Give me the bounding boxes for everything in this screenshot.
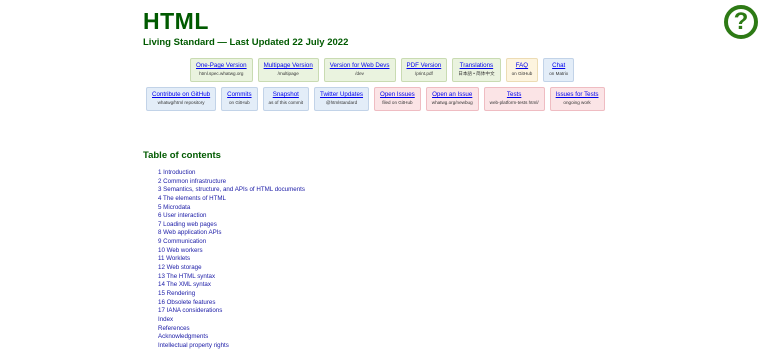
link-sublabel: on GitHub (229, 100, 250, 105)
toc-link-14-the-xml-syntax[interactable]: 14 The XML syntax (158, 281, 211, 288)
link-sublabel: whatwg.org/newbug (431, 100, 473, 105)
link-label[interactable]: Chat (549, 62, 568, 69)
link-box-one-page-version[interactable]: One-Page Version html.spec.whatwg.org (190, 58, 253, 82)
link-box-translations[interactable]: Translations 日本語 • 简体中文 (452, 58, 501, 82)
help-question-icon[interactable]: ? (724, 5, 758, 39)
toc-item: 9 Communication (158, 238, 305, 247)
link-sublabel: on GitHub (511, 71, 533, 76)
toc-item: Index (158, 316, 305, 325)
toc-item: 5 Microdata (158, 204, 305, 213)
link-box-open-an-issue[interactable]: Open an Issue whatwg.org/newbug (425, 87, 479, 111)
toc-item: 2 Common infrastructure (158, 178, 305, 187)
toc-link-8-web-application-apis[interactable]: 8 Web application APIs (158, 229, 222, 236)
toc-item: 6 User interaction (158, 212, 305, 221)
toc-link-acknowledgments[interactable]: Acknowledgments (158, 333, 208, 340)
toc-link-17-iana-considerations[interactable]: 17 IANA considerations (158, 307, 222, 314)
toc-item: 14 The XML syntax (158, 281, 305, 290)
link-sublabel: /dev (355, 71, 364, 76)
toc-item: 8 Web application APIs (158, 229, 305, 238)
page-subtitle: Living Standard — Last Updated 22 July 2… (143, 37, 349, 48)
toc-item: 10 Web workers (158, 247, 305, 256)
link-label[interactable]: FAQ (512, 62, 533, 69)
link-sublabel: 日本語 • 简体中文 (458, 71, 495, 76)
toc-link-10-web-workers[interactable]: 10 Web workers (158, 247, 203, 254)
toc-link-7-loading-web-pages[interactable]: 7 Loading web pages (158, 221, 217, 228)
toc-item: 15 Rendering (158, 290, 305, 299)
link-box-contribute-on-github[interactable]: Contribute on GitHub whatwg/html reposito… (146, 87, 217, 111)
link-label[interactable]: Multipage Version (264, 62, 313, 69)
toc-link-11-worklets[interactable]: 11 Worklets (158, 255, 190, 262)
toc-item: 11 Worklets (158, 255, 305, 264)
link-label[interactable]: One-Page Version (196, 62, 247, 69)
link-label[interactable]: Commits (227, 91, 251, 98)
page: HTML Living Standard — Last Updated 22 J… (0, 0, 768, 359)
toc-link-4-the-elements-of-html[interactable]: 4 The elements of HTML (158, 195, 226, 202)
link-label[interactable]: PDF Version (407, 62, 442, 69)
link-sublabel: whatwg/html repository (157, 100, 205, 105)
page-title: HTML (143, 8, 209, 34)
toc-link-13-the-html-syntax[interactable]: 13 The HTML syntax (158, 273, 215, 280)
toc-link-5-microdata[interactable]: 5 Microdata (158, 204, 190, 211)
toc-link-15-rendering[interactable]: 15 Rendering (158, 290, 195, 297)
toc-link-intellectual-property-rights[interactable]: Intellectual property rights (158, 342, 229, 349)
toc-link-9-communication[interactable]: 9 Communication (158, 238, 206, 245)
toc-list: 1 Introduction 2 Common infrastructure 3 S… (158, 169, 305, 350)
link-box-chat[interactable]: Chat on Matrix (543, 58, 575, 82)
links-row-secondary: Contribute on GitHub whatwg/html reposito… (146, 87, 605, 111)
link-sublabel: /multipage (277, 71, 299, 76)
toc-item: 16 Obsolete features (158, 299, 305, 308)
toc-link-1-introduction[interactable]: 1 Introduction (158, 169, 196, 176)
link-label[interactable]: Open an Issue (432, 91, 473, 98)
link-box-commits[interactable]: Commits on GitHub (221, 87, 258, 111)
toc-item: 3 Semantics, structure, and APIs of HTML… (158, 186, 305, 195)
link-box-multipage-version[interactable]: Multipage Version/multipage (257, 58, 319, 82)
toc-link-12-web-storage[interactable]: 12 Web storage (158, 264, 202, 271)
link-sublabel: as of this commit (268, 100, 304, 105)
link-label[interactable]: Translations (458, 62, 494, 69)
links-row-primary: One-Page Version html.spec.whatwg.org Mult… (190, 58, 575, 82)
link-label[interactable]: Snapshot (269, 91, 303, 98)
toc-item: 17 IANA considerations (158, 307, 305, 316)
link-box-version-for-web-devs[interactable]: Version for Web Devs/dev (323, 58, 396, 82)
link-box-tests[interactable]: Tests web-platform-tests html/ (483, 87, 545, 111)
link-label[interactable]: Tests (490, 91, 539, 98)
toc-link-6-user-interaction[interactable]: 6 User interaction (158, 212, 207, 219)
toc-item: Acknowledgments (158, 333, 305, 342)
toc-link-references[interactable]: References (158, 325, 190, 332)
link-sublabel: web-platform-tests html/ (489, 100, 539, 105)
link-box-faq[interactable]: FAQ on GitHub (505, 58, 539, 82)
toc-item: 4 The elements of HTML (158, 195, 305, 204)
toc-item: 13 The HTML syntax (158, 273, 305, 282)
toc-link-16-obsolete-features[interactable]: 16 Obsolete features (158, 299, 215, 306)
link-label[interactable]: Contribute on GitHub (152, 91, 210, 98)
toc-item: 1 Introduction (158, 169, 305, 178)
toc-item: 12 Web storage (158, 264, 305, 273)
toc-item: Intellectual property rights (158, 342, 305, 351)
link-label[interactable]: Issues for Tests (556, 91, 599, 98)
link-sublabel: @htmlstandard (325, 100, 358, 105)
link-sublabel: html.spec.whatwg.org (199, 71, 244, 76)
toc-link-2-common-infrastructure[interactable]: 2 Common infrastructure (158, 178, 226, 185)
link-sublabel: ongoing work (563, 100, 591, 105)
link-box-pdf-version[interactable]: PDF Version/print.pdf (400, 58, 448, 82)
link-sublabel: /print.pdf (414, 71, 433, 76)
link-label[interactable]: Twitter Updates (320, 91, 363, 98)
link-sublabel: on Matrix (549, 71, 569, 76)
toc-item: References (158, 325, 305, 334)
link-box-twitter-updates[interactable]: Twitter Updates @htmlstandard (314, 87, 370, 111)
link-sublabel: filed on GitHub (382, 100, 413, 105)
link-label[interactable]: Version for Web Devs (330, 62, 390, 69)
toc-heading: Table of contents (143, 150, 221, 161)
toc-link-index[interactable]: Index (158, 316, 173, 323)
link-box-open-issues[interactable]: Open Issues filed on GitHub (374, 87, 421, 111)
toc-item: 7 Loading web pages (158, 221, 305, 230)
link-box-snapshot[interactable]: Snapshot as of this commit (262, 87, 310, 111)
toc-link-3-semantics-structure-and-apis-of-html-documents[interactable]: 3 Semantics, structure, and APIs of HTML… (158, 186, 305, 193)
link-box-issues-for-tests[interactable]: Issues for Tests ongoing work (549, 87, 605, 111)
link-label[interactable]: Open Issues (380, 91, 415, 98)
